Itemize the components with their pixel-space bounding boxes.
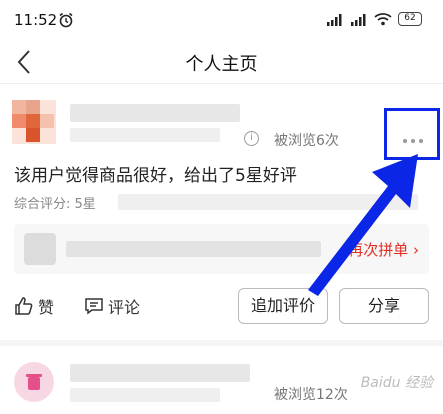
blurred-username — [70, 128, 220, 142]
battery-icon: 62 — [398, 12, 422, 26]
blurred-username — [70, 364, 250, 382]
status-time: 11:52 — [14, 11, 58, 29]
like-button[interactable]: 赞 — [14, 288, 54, 324]
watermark: Baidu 经验 — [360, 375, 433, 391]
wifi-icon — [374, 13, 392, 26]
page-title: 个人主页 — [185, 54, 258, 75]
view-count: 被浏览6次 — [274, 133, 339, 149]
comment-label: 评论 — [108, 298, 141, 317]
view-count: 被浏览12次 — [274, 387, 348, 403]
alarm-clock-icon — [59, 12, 73, 28]
cellular-signal-icon — [351, 14, 366, 26]
review-card: 被浏览12次 Baidu 经验 — [0, 346, 443, 414]
status-bar: 11:52 62 — [0, 0, 443, 40]
user-avatar[interactable] — [12, 100, 56, 144]
product-thumbnail — [24, 233, 56, 265]
trash-bin-avatar-icon — [26, 374, 42, 390]
nav-bar: 个人主页 — [0, 40, 443, 84]
annotation-arrow-icon — [308, 154, 418, 296]
cellular-signal-icon — [327, 14, 342, 26]
like-label: 赞 — [38, 298, 55, 317]
score-label: 综合评分: 5星 — [14, 197, 96, 212]
blurred-product-name — [66, 241, 321, 257]
user-avatar[interactable] — [14, 362, 54, 402]
review-text: 该用户觉得商品很好，给出了5星好评 — [14, 166, 297, 186]
blurred-username — [70, 388, 220, 402]
info-icon[interactable]: i — [244, 131, 259, 146]
comment-button[interactable]: 评论 — [84, 288, 140, 324]
blurred-username — [70, 104, 240, 122]
thumbs-up-icon — [15, 297, 33, 315]
comment-icon — [85, 298, 103, 315]
